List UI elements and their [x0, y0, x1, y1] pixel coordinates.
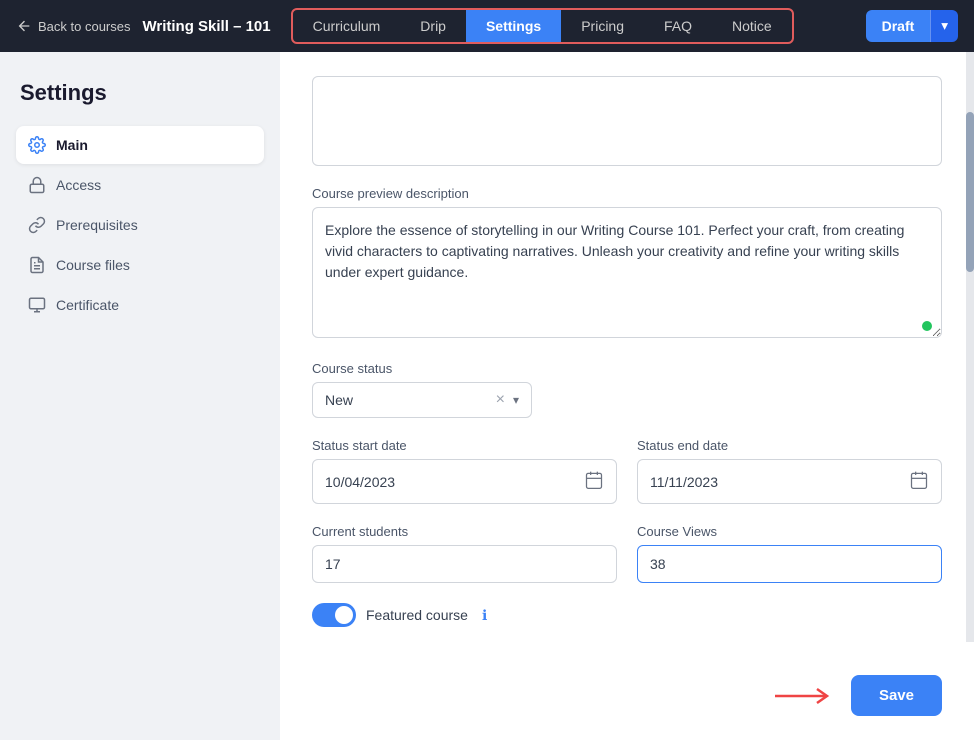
- back-label: Back to courses: [38, 19, 131, 34]
- sidebar-item-main[interactable]: Main: [16, 126, 264, 164]
- preview-description-group: Course preview description: [312, 186, 942, 341]
- scroll-thumb: [966, 112, 974, 272]
- tab-faq[interactable]: FAQ: [644, 10, 712, 42]
- file-icon: [28, 256, 46, 274]
- course-status-group: Course status New × ▾: [312, 361, 942, 418]
- sidebar-item-certificate-label: Certificate: [56, 297, 119, 313]
- featured-course-row: Featured course ℹ: [312, 603, 942, 627]
- draft-button-group: Draft ▾: [866, 10, 958, 42]
- status-clear-button[interactable]: ×: [496, 391, 505, 409]
- gear-icon: [28, 136, 46, 154]
- current-students-group: Current students: [312, 524, 617, 583]
- sidebar-title: Settings: [16, 80, 264, 106]
- current-students-input-wrapper: [312, 545, 617, 583]
- back-to-courses-button[interactable]: Back to courses: [16, 18, 131, 34]
- save-arrow-indicator: [775, 684, 835, 708]
- sidebar-item-course-files-label: Course files: [56, 257, 130, 273]
- current-students-input[interactable]: [325, 556, 604, 572]
- dates-row: Status start date Status end date: [312, 438, 942, 504]
- preview-description-wrapper: [312, 207, 942, 341]
- badge-icon: [28, 296, 46, 314]
- current-students-label: Current students: [312, 524, 617, 539]
- start-date-input[interactable]: [325, 474, 584, 490]
- featured-course-toggle[interactable]: [312, 603, 356, 627]
- draft-dropdown-button[interactable]: ▾: [930, 10, 958, 42]
- scrollbar[interactable]: [966, 52, 974, 642]
- sidebar-item-access-label: Access: [56, 177, 101, 193]
- sidebar-item-access[interactable]: Access: [16, 166, 264, 204]
- sidebar-item-prerequisites-label: Prerequisites: [56, 217, 138, 233]
- top-nav: Back to courses Writing Skill – 101 Curr…: [0, 0, 974, 52]
- top-filler-textarea: [312, 76, 942, 166]
- tab-drip[interactable]: Drip: [400, 10, 466, 42]
- lock-icon: [28, 176, 46, 194]
- course-status-label: Course status: [312, 361, 942, 376]
- tab-settings[interactable]: Settings: [466, 10, 561, 42]
- featured-course-label: Featured course: [366, 607, 468, 623]
- link-icon: [28, 216, 46, 234]
- tab-curriculum[interactable]: Curriculum: [293, 10, 401, 42]
- course-title: Writing Skill – 101: [143, 18, 271, 35]
- nav-tabs-wrapper: Curriculum Drip Settings Pricing FAQ Not…: [291, 8, 794, 44]
- save-row: Save: [312, 659, 942, 716]
- toggle-knob: [335, 606, 353, 624]
- back-arrow-icon: [16, 18, 32, 34]
- preview-description-label: Course preview description: [312, 186, 942, 201]
- sidebar: Settings Main Access Prerequisites Cours…: [0, 52, 280, 740]
- arrow-right-icon: [775, 684, 835, 708]
- chevron-down-icon: ▾: [941, 18, 948, 33]
- course-status-select[interactable]: New × ▾: [312, 382, 532, 418]
- draft-button[interactable]: Draft: [866, 10, 931, 42]
- save-button[interactable]: Save: [851, 675, 942, 716]
- students-views-row: Current students Course Views: [312, 524, 942, 583]
- end-date-group: Status end date: [637, 438, 942, 504]
- end-date-calendar-icon[interactable]: [909, 470, 929, 493]
- course-views-group: Course Views: [637, 524, 942, 583]
- start-date-group: Status start date: [312, 438, 617, 504]
- start-date-calendar-icon[interactable]: [584, 470, 604, 493]
- end-date-label: Status end date: [637, 438, 942, 453]
- end-date-input-wrapper: [637, 459, 942, 504]
- sidebar-item-course-files[interactable]: Course files: [16, 246, 264, 284]
- tab-pricing[interactable]: Pricing: [561, 10, 644, 42]
- info-icon[interactable]: ℹ: [482, 607, 487, 624]
- textarea-status-dot: [922, 321, 932, 331]
- tab-notice[interactable]: Notice: [712, 10, 792, 42]
- page-layout: Settings Main Access Prerequisites Cours…: [0, 0, 974, 740]
- end-date-input[interactable]: [650, 474, 909, 490]
- chevron-down-icon: ▾: [513, 393, 519, 407]
- course-views-label: Course Views: [637, 524, 942, 539]
- main-content: Course preview description Course status…: [280, 52, 974, 740]
- course-status-value: New: [325, 392, 496, 408]
- sidebar-item-prerequisites[interactable]: Prerequisites: [16, 206, 264, 244]
- start-date-input-wrapper: [312, 459, 617, 504]
- preview-description-input[interactable]: [312, 207, 942, 338]
- course-views-input[interactable]: [637, 545, 942, 583]
- sidebar-item-certificate[interactable]: Certificate: [16, 286, 264, 324]
- sidebar-item-main-label: Main: [56, 137, 88, 153]
- start-date-label: Status start date: [312, 438, 617, 453]
